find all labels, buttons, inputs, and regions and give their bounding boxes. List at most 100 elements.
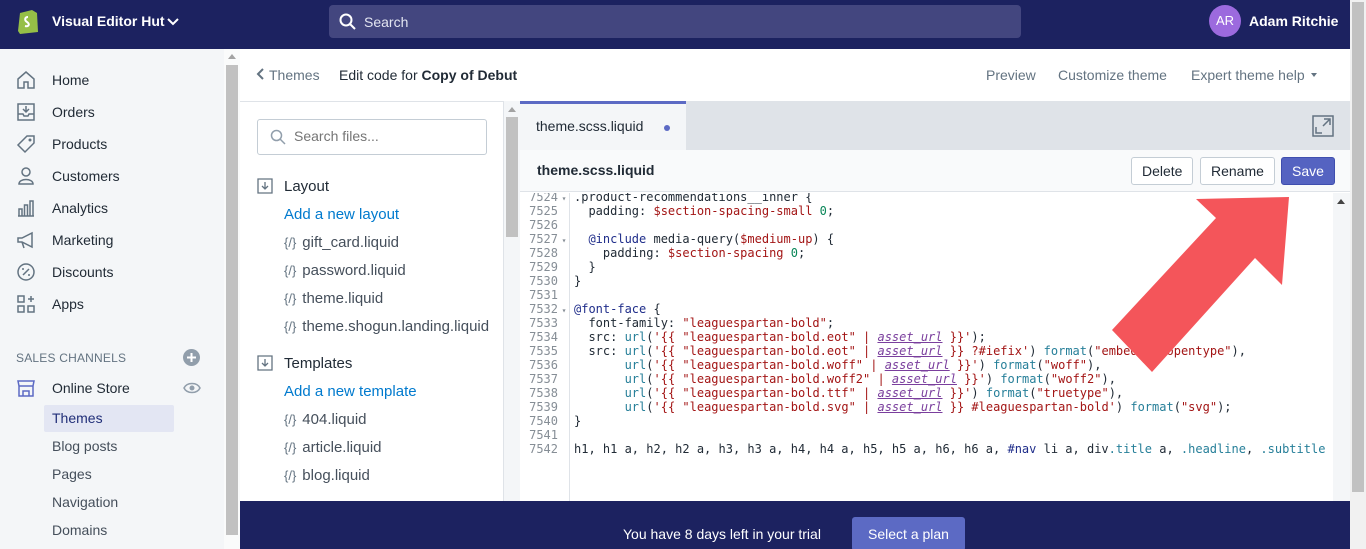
editor-tab-strip: theme.scss.liquid (520, 101, 1350, 150)
code-area[interactable]: 7524 ▾ .product-recommendations__inner { 7… (520, 193, 1333, 501)
file-name: blog.liquid (302, 467, 370, 484)
file-browser: Layout Add a new layout {/} gift_card.liq… (240, 101, 503, 501)
file-search-field[interactable] (257, 119, 487, 155)
file-item[interactable]: {/} article.liquid (284, 439, 382, 456)
file-item[interactable]: {/} blog.liquid (284, 467, 370, 484)
rename-button[interactable]: Rename (1200, 157, 1275, 185)
liquid-file-icon: {/} (284, 440, 297, 455)
expert-help-link[interactable]: Expert theme help (1191, 67, 1305, 83)
file-name: theme.liquid (302, 290, 384, 307)
sidebar-subitem-domains[interactable]: Domains (44, 517, 174, 544)
line-number: 7537 (529, 372, 558, 386)
sidebar-item-customers[interactable]: Customers (0, 161, 224, 191)
line-number: 7528 (529, 246, 558, 260)
file-item[interactable]: {/} password.liquid (284, 262, 406, 279)
file-item[interactable]: {/} 404.liquid (284, 411, 367, 428)
file-item[interactable]: {/} gift_card.liquid (284, 234, 399, 251)
avatar[interactable]: AR (1209, 5, 1241, 37)
sidebar-subitem-blog-posts[interactable]: Blog posts (44, 433, 174, 460)
save-button[interactable]: Save (1281, 157, 1335, 185)
code-line: 7532 ▾ @font-face { (520, 302, 661, 316)
file-browser-scrollbar[interactable] (503, 101, 520, 501)
sales-channels-heading: SALES CHANNELS (16, 351, 127, 365)
add-channel-icon[interactable] (183, 349, 200, 366)
sidebar-item-home[interactable]: Home (0, 65, 224, 95)
theme-name: Copy of Debut (421, 67, 518, 83)
fullscreen-icon[interactable] (1312, 115, 1334, 137)
code-scrollbar[interactable] (1333, 193, 1350, 501)
store-name[interactable]: Visual Editor Hut (52, 13, 165, 29)
sidebar-item-marketing[interactable]: Marketing (0, 225, 224, 255)
shopify-logo-icon[interactable] (16, 7, 40, 35)
sidebar-subitem-themes[interactable]: Themes (44, 405, 174, 432)
scrollbar-thumb[interactable] (506, 117, 518, 237)
preview-link[interactable]: Preview (986, 67, 1036, 83)
sidebar-item-label: Analytics (52, 200, 109, 216)
file-name: theme.shogun.landing.liquid (302, 318, 490, 335)
code-line: 7535 src: url('{{ "leaguespartan-bold.eo… (520, 344, 1246, 358)
page-scrollbar[interactable] (1350, 0, 1366, 549)
line-number: 7532 (529, 302, 558, 316)
chevron-down-icon[interactable] (166, 15, 180, 29)
code-line: 7527 ▾ @include media-query($medium-up) { (520, 232, 834, 246)
liquid-file-icon: {/} (284, 412, 297, 427)
code-line: 7528 padding: $section-spacing 0; (520, 246, 805, 260)
line-number: 7531 (529, 288, 558, 302)
line-number: 7527 (529, 232, 558, 246)
sidebar-item-label: Products (52, 136, 108, 152)
caret-down-icon[interactable] (1311, 73, 1317, 77)
scroll-up-icon[interactable] (508, 107, 516, 112)
sidebar-subitem-pages[interactable]: Pages (44, 461, 174, 488)
trial-message: You have 8 days left in your trial (623, 526, 821, 542)
global-search-input[interactable]: Search (329, 5, 1021, 38)
select-plan-button[interactable]: Select a plan (852, 517, 965, 549)
file-search-input[interactable] (294, 128, 474, 144)
liquid-file-icon: {/} (284, 235, 297, 250)
folder-download-icon (257, 355, 273, 371)
code-line: 7540} (520, 414, 581, 428)
search-icon (270, 129, 286, 145)
sidebar-item-discounts[interactable]: Discounts (0, 257, 224, 287)
breadcrumb-themes[interactable]: Themes (269, 67, 320, 83)
user-name[interactable]: Adam Ritchie (1249, 13, 1338, 29)
current-file-name: theme.scss.liquid (537, 162, 655, 178)
home-icon (17, 71, 35, 89)
line-number: 7538 (529, 386, 558, 400)
line-number: 7526 (529, 218, 558, 232)
scrollbar-thumb[interactable] (1352, 2, 1364, 492)
file-name: gift_card.liquid (302, 234, 400, 251)
sidebar-item-orders[interactable]: Orders (0, 97, 224, 127)
delete-button[interactable]: Delete (1131, 157, 1194, 185)
code-line: 7533 font-family: "leaguespartan-bold"; (520, 316, 834, 330)
products-icon (16, 135, 35, 154)
file-item[interactable]: {/} theme.shogun.landing.liquid (284, 318, 489, 335)
sidebar-item-apps[interactable]: Apps (0, 289, 224, 319)
code-line: 7534 src: url('{{ "leaguespartan-bold.eo… (520, 330, 986, 344)
folder-label: Templates (284, 355, 353, 372)
chevron-left-icon[interactable] (256, 67, 266, 81)
eye-icon[interactable] (183, 381, 201, 395)
file-item[interactable]: {/} theme.liquid (284, 290, 383, 307)
scrollbar-thumb[interactable] (226, 65, 238, 535)
sidebar-item-products[interactable]: Products (0, 129, 224, 159)
sidebar-item-label: Home (52, 72, 90, 88)
line-number: 7539 (529, 400, 558, 414)
discounts-icon (17, 263, 35, 281)
apps-icon (17, 295, 35, 313)
liquid-file-icon: {/} (284, 468, 297, 483)
add-template-link[interactable]: Add a new template (284, 383, 417, 400)
add-layout-link[interactable]: Add a new layout (284, 206, 399, 223)
sidebar-subitem-navigation[interactable]: Navigation (44, 489, 174, 516)
scroll-up-icon[interactable] (228, 54, 236, 59)
sidebar-item-label: Marketing (52, 232, 114, 248)
editor-tab[interactable]: theme.scss.liquid (520, 101, 686, 150)
sidebar-item-analytics[interactable]: Analytics (0, 193, 224, 223)
unsaved-indicator[interactable] (664, 125, 670, 131)
file-name: password.liquid (302, 262, 406, 279)
scroll-up-icon[interactable] (1337, 199, 1345, 204)
customize-theme-link[interactable]: Customize theme (1058, 67, 1167, 83)
sidebar-scrollbar[interactable] (224, 49, 240, 549)
customers-icon (18, 167, 34, 185)
top-bar: Visual Editor Hut Search AR Adam Ritchie (0, 0, 1366, 49)
folder-download-icon (257, 178, 273, 194)
